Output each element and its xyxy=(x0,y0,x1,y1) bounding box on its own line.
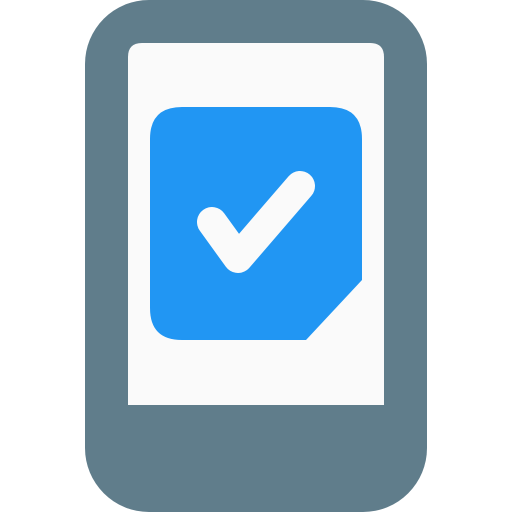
icon-canvas xyxy=(0,0,512,512)
mobile-phone-icon xyxy=(85,0,427,512)
